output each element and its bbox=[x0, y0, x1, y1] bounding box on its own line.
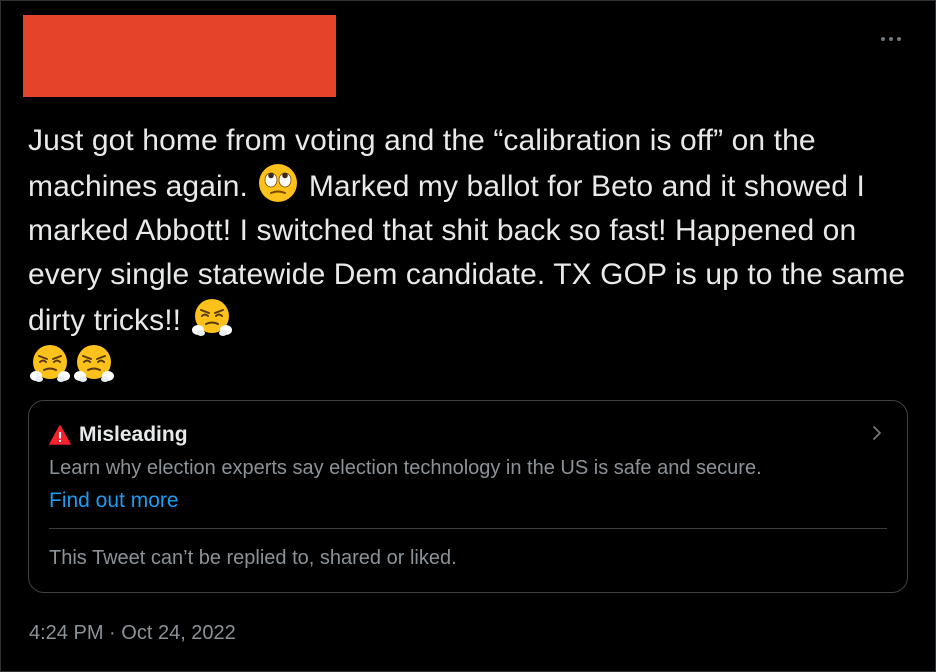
find-out-more-link[interactable]: Find out more bbox=[49, 489, 179, 513]
steam-from-nose-emoji-icon bbox=[191, 299, 232, 336]
steam-from-nose-emoji-icon bbox=[74, 345, 114, 382]
more-dot-icon bbox=[881, 37, 885, 41]
more-dot-icon bbox=[889, 37, 893, 41]
tweet-time-link[interactable]: 4:24 PM bbox=[29, 622, 103, 644]
chevron-right-icon[interactable] bbox=[869, 425, 885, 441]
notice-description: Learn why election experts say election … bbox=[49, 457, 762, 479]
tweet-date-link[interactable]: Oct 24, 2022 bbox=[121, 622, 236, 644]
tweet-card: Just got home from voting and the “calib… bbox=[0, 0, 936, 672]
tweet-timestamp: 4:24 PM · Oct 24, 2022 bbox=[29, 622, 236, 645]
warning-icon bbox=[49, 425, 71, 445]
more-options-button[interactable] bbox=[875, 23, 907, 55]
timestamp-separator: · bbox=[109, 622, 116, 644]
notice-header: Misleading bbox=[49, 423, 188, 447]
notice-footer-text: This Tweet can’t be replied to, shared o… bbox=[49, 547, 457, 569]
redacted-user-header bbox=[23, 15, 336, 97]
misleading-notice-card[interactable]: Misleading Learn why election experts sa… bbox=[28, 400, 908, 593]
tweet-text: Just got home from voting and the “calib… bbox=[28, 119, 908, 389]
rolling-eyes-emoji-icon bbox=[259, 164, 298, 202]
more-dot-icon bbox=[897, 37, 901, 41]
notice-title: Misleading bbox=[79, 423, 188, 446]
steam-from-nose-emoji-icon bbox=[30, 345, 70, 382]
notice-divider bbox=[49, 528, 887, 529]
